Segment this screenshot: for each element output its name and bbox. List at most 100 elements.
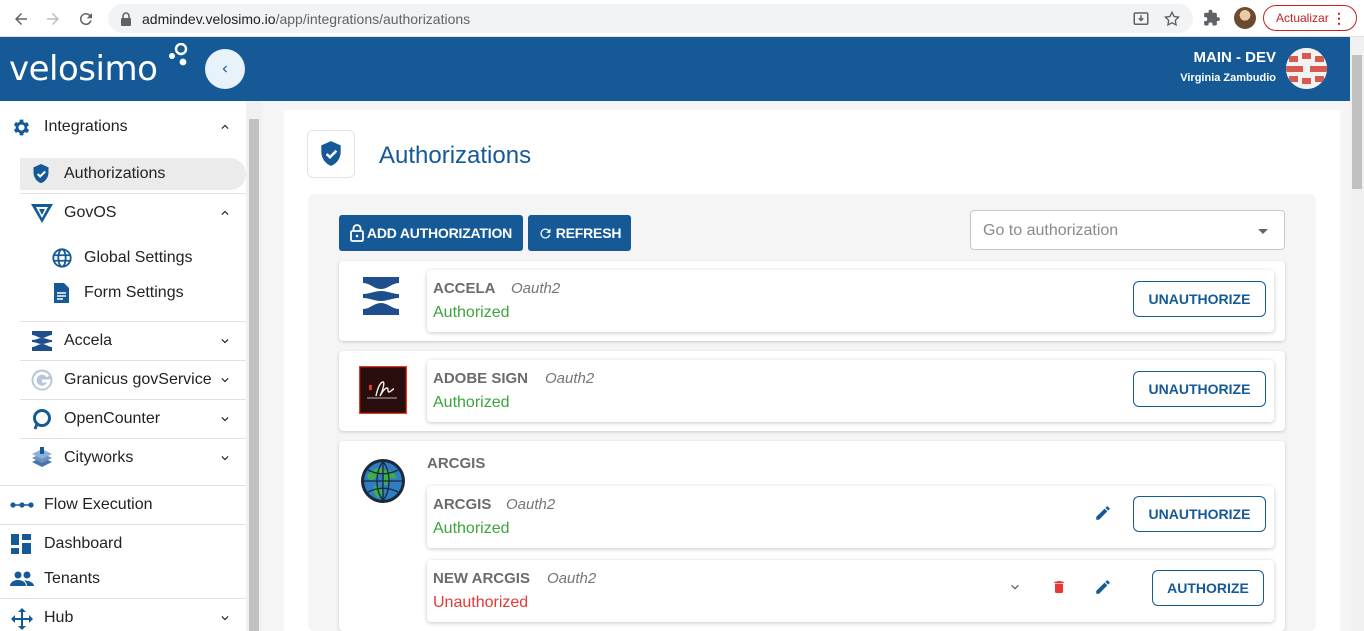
edit-icon[interactable] <box>1093 577 1113 597</box>
shield-check-icon <box>321 141 341 166</box>
sidebar-scrollbar[interactable] <box>246 101 262 631</box>
collapse-sidebar-button[interactable] <box>205 49 245 89</box>
address-bar[interactable]: admindev.velosimo.io/app/integrations/au… <box>108 4 1193 33</box>
arcgis-globe-logo <box>360 458 406 504</box>
provider-group-name: ARCGIS <box>427 455 486 472</box>
sidebar-item-granicus[interactable]: Granicus govService <box>20 364 246 396</box>
sidebar-item-opencounter[interactable]: OpenCounter <box>20 403 246 435</box>
sidebar-item-accela[interactable]: Accela <box>20 325 246 357</box>
chevron-down-icon[interactable] <box>1005 577 1025 597</box>
update-label: Actualizar <box>1276 11 1329 25</box>
cityworks-icon <box>30 446 54 470</box>
update-button[interactable]: Actualizar ⋮ <box>1263 5 1357 31</box>
sidebar-item-global-settings[interactable]: Global Settings <box>40 243 246 273</box>
auth-name: NEW ARCGIS <box>433 570 530 587</box>
unauthorize-button[interactable]: UNAUTHORIZE <box>1133 281 1266 317</box>
people-icon <box>10 571 34 587</box>
gear-icon <box>11 117 32 138</box>
sidebar-label: Integrations <box>44 118 128 135</box>
opencounter-icon <box>31 408 53 430</box>
sidebar-label: Granicus govService <box>64 371 212 388</box>
chevron-down-icon <box>221 378 229 383</box>
more-icon: ⋮ <box>1332 10 1346 26</box>
sidebar-item-dashboard[interactable]: Dashboard <box>0 528 246 560</box>
sidebar-label: Form Settings <box>84 284 184 301</box>
sidebar-label: Cityworks <box>64 449 134 466</box>
reload-icon[interactable] <box>75 8 97 30</box>
adobe-sign-logo <box>358 365 408 415</box>
auth-status: Authorized <box>433 394 510 411</box>
flow-icon <box>10 499 34 511</box>
browser-toolbar: admindev.velosimo.io/app/integrations/au… <box>0 0 1364 37</box>
auth-row-adobe-sign: ADOBE SIGN Oauth2 Authorized UNAUTHORIZE <box>427 360 1274 422</box>
provider-card-adobe-sign: ADOBE SIGN Oauth2 Authorized UNAUTHORIZE <box>339 351 1285 431</box>
sidebar-item-integrations[interactable]: Integrations <box>0 111 246 143</box>
logo-dots-icon <box>169 43 188 66</box>
sidebar-label: Global Settings <box>84 249 193 266</box>
user-name: Virginia Zambudio <box>1180 72 1276 84</box>
provider-card-accela: ACCELA Oauth2 Authorized UNAUTHORIZE <box>339 261 1285 341</box>
url-text: admindev.velosimo.io/app/integrations/au… <box>142 11 471 27</box>
refresh-label: REFRESH <box>555 225 622 241</box>
profile-avatar[interactable] <box>1234 7 1256 29</box>
shield-check-icon <box>31 163 51 185</box>
user-avatar[interactable] <box>1286 48 1327 89</box>
star-icon[interactable] <box>1163 10 1181 28</box>
sidebar-item-authorizations[interactable]: Authorizations <box>20 158 246 190</box>
extensions-icon[interactable] <box>1203 9 1221 32</box>
unauthorize-button[interactable]: UNAUTHORIZE <box>1133 496 1266 532</box>
auth-row-accela: ACCELA Oauth2 Authorized UNAUTHORIZE <box>427 270 1274 332</box>
forward-icon[interactable] <box>42 8 64 30</box>
environment-name: MAIN - DEV <box>1193 49 1277 66</box>
accela-icon <box>31 330 53 352</box>
auth-status: Authorized <box>433 304 510 321</box>
add-authorization-button[interactable]: ADD AUTHORIZATION <box>339 215 523 251</box>
auth-row-arcgis: ARCGIS Oauth2 Authorized UNAUTHORIZE <box>427 486 1274 548</box>
sidebar-item-govos[interactable]: GovOS <box>20 197 246 229</box>
goto-authorization-select[interactable]: Go to authorization <box>970 210 1285 250</box>
sidebar-label: OpenCounter <box>64 410 161 427</box>
sidebar-label: Flow Execution <box>44 496 153 513</box>
sidebar-item-flow-execution[interactable]: Flow Execution <box>0 489 246 521</box>
refresh-button[interactable]: REFRESH <box>528 215 631 251</box>
refresh-icon <box>540 228 551 239</box>
auth-status: Unauthorized <box>433 594 529 611</box>
page-scrollbar[interactable] <box>1350 37 1364 631</box>
sidebar-item-cityworks[interactable]: Cityworks <box>20 442 246 474</box>
authorize-button[interactable]: AUTHORIZE <box>1152 570 1264 606</box>
auth-type: Oauth2 <box>545 370 595 387</box>
chevron-up-icon <box>221 124 229 129</box>
auth-type: Oauth2 <box>547 570 597 587</box>
velosimo-logo[interactable]: velosimo <box>9 49 158 89</box>
dashboard-icon <box>11 534 31 554</box>
lock-icon <box>120 12 132 31</box>
delete-icon[interactable] <box>1049 577 1069 597</box>
document-icon <box>53 282 70 304</box>
dropdown-arrow-icon <box>1258 229 1268 234</box>
chevron-down-icon <box>221 339 229 344</box>
sidebar-label: Dashboard <box>44 535 123 552</box>
chevron-down-icon <box>221 456 229 461</box>
install-icon[interactable] <box>1132 10 1150 28</box>
add-authorization-label: ADD AUTHORIZATION <box>366 225 513 241</box>
edit-icon[interactable] <box>1093 503 1113 523</box>
chevron-down-icon <box>221 616 229 621</box>
sidebar-label: GovOS <box>64 204 117 221</box>
app-header: velosimo MAIN - DEV Virginia Zambudio <box>0 37 1350 101</box>
sidebar: Integrations Authorizations GovOS Global… <box>0 101 246 631</box>
back-icon[interactable] <box>10 8 32 30</box>
globe-icon <box>51 247 73 269</box>
auth-status: Authorized <box>433 520 510 537</box>
sidebar-item-hub[interactable]: Hub <box>0 602 246 631</box>
chevron-up-icon <box>221 210 229 215</box>
provider-card-arcgis: ARCGIS ARCGIS Oauth2 Authorized UNAUTHOR… <box>339 441 1285 631</box>
auth-name: ACCELA <box>433 280 496 297</box>
unauthorize-button[interactable]: UNAUTHORIZE <box>1133 371 1266 407</box>
page-title: Authorizations <box>379 142 532 169</box>
sidebar-label: Tenants <box>44 570 101 587</box>
goto-placeholder: Go to authorization <box>983 222 1119 239</box>
sidebar-label: Authorizations <box>64 165 166 182</box>
sidebar-item-form-settings[interactable]: Form Settings <box>40 278 246 308</box>
chevron-down-icon <box>221 417 229 422</box>
sidebar-item-tenants[interactable]: Tenants <box>0 563 246 595</box>
